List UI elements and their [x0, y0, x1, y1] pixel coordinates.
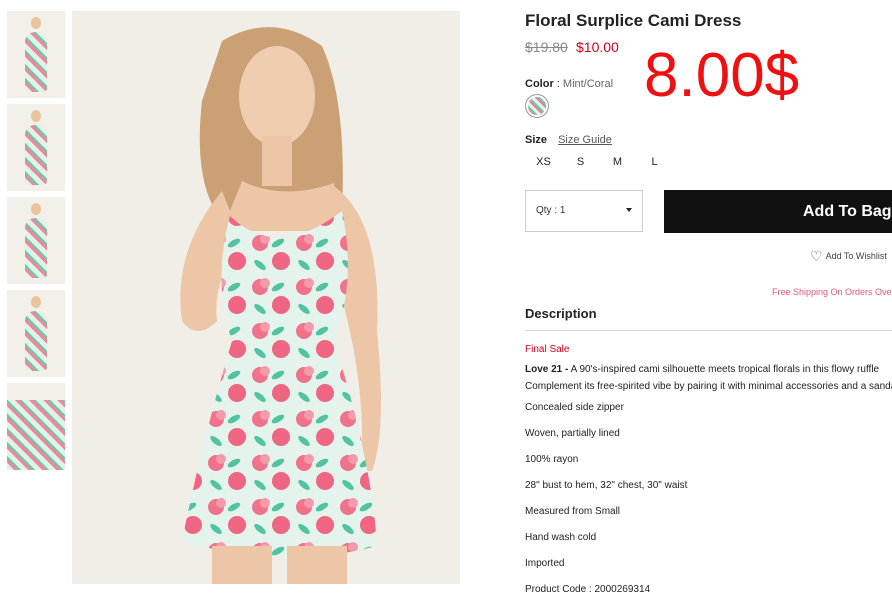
- detail-item: Imported: [525, 558, 565, 569]
- final-sale-label: Final Sale: [525, 344, 570, 355]
- product-details-list: Concealed side zipper Woven, partially l…: [525, 402, 687, 610]
- detail-item: 28" bust to hem, 32" chest, 30" waist: [525, 480, 688, 491]
- heart-icon: ♡: [810, 248, 823, 264]
- description-line-1: A 90's-inspired cami silhouette meets tr…: [568, 364, 880, 375]
- description-text: Love 21 - A 90's-inspired cami silhouett…: [525, 361, 892, 395]
- detail-item: Concealed side zipper: [525, 402, 624, 413]
- brand-name: Love 21 -: [525, 364, 569, 375]
- description-line-2: Complement its free-spirited vibe by pai…: [525, 381, 892, 392]
- detail-item: Product Code : 2000269314: [525, 584, 651, 595]
- add-to-bag-button[interactable]: Add To Bag: [664, 190, 892, 233]
- thumbnail-3[interactable]: [7, 197, 65, 284]
- color-value: Mint/Coral: [562, 78, 614, 90]
- size-option-s[interactable]: S: [562, 156, 599, 168]
- sale-price: $10.00: [576, 39, 619, 55]
- color-row: Color : Mint/Coral: [525, 78, 614, 90]
- original-price: $19.80: [525, 39, 568, 55]
- thumbnail-5[interactable]: [7, 383, 65, 470]
- detail-item: Measured from Small: [525, 506, 621, 517]
- product-main-image[interactable]: [72, 11, 460, 584]
- color-label: Color: [525, 78, 554, 90]
- description-heading: Description: [525, 306, 597, 321]
- size-label: Size: [525, 134, 548, 146]
- overlay-price-annotation: 8.00$: [644, 41, 800, 110]
- add-to-wishlist-link[interactable]: ♡ Add To Wishlist: [810, 248, 887, 265]
- size-option-xs[interactable]: XS: [525, 156, 562, 168]
- chevron-down-icon: [626, 208, 632, 212]
- detail-item: Woven, partially lined: [525, 428, 620, 439]
- quantity-select[interactable]: Qty : 1: [525, 190, 643, 232]
- product-title: Floral Surplice Cami Dress: [525, 11, 742, 30]
- detail-item: Hand wash cold: [525, 532, 597, 543]
- quantity-label: Qty : 1: [536, 205, 566, 216]
- wishlist-label: Add To Wishlist: [825, 251, 887, 261]
- free-shipping-notice: Free Shipping On Orders Over $50: [772, 287, 892, 297]
- size-options: XS S M L: [525, 156, 673, 168]
- thumbnail-1[interactable]: [7, 11, 65, 98]
- thumbnail-2[interactable]: [7, 104, 65, 191]
- size-option-l[interactable]: L: [636, 156, 673, 168]
- detail-item: 100% rayon: [525, 454, 579, 465]
- thumbnail-list: [7, 11, 65, 476]
- divider: [525, 330, 892, 331]
- thumbnail-4[interactable]: [7, 290, 65, 377]
- size-guide-link[interactable]: Size Guide: [558, 134, 612, 146]
- size-option-m[interactable]: M: [599, 156, 636, 168]
- color-swatch[interactable]: [525, 94, 549, 118]
- size-row: Size Size Guide: [525, 134, 612, 146]
